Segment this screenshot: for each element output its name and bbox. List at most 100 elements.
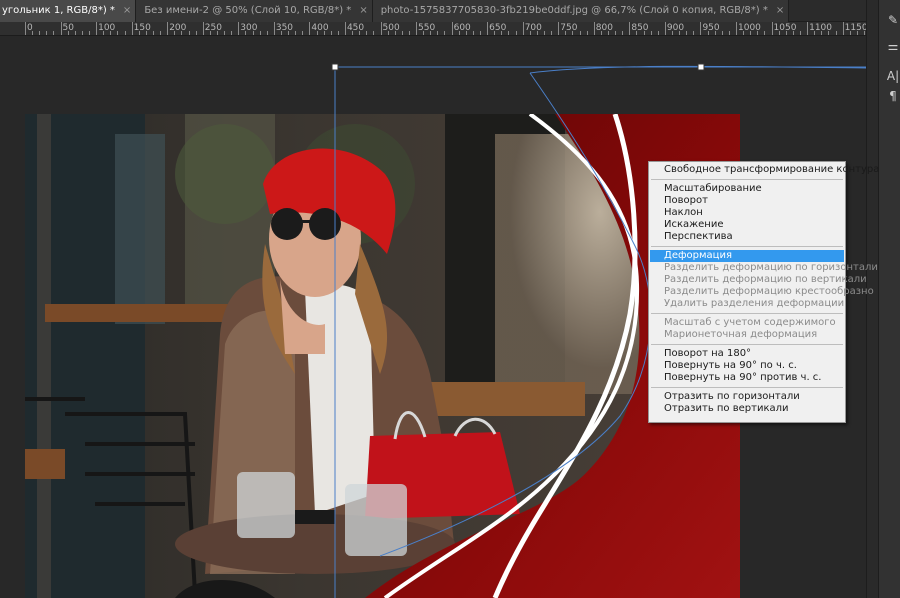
ruler-tick: [451, 22, 453, 35]
ruler-minor-tick: [231, 31, 233, 35]
menu-item[interactable]: Отразить по вертикали: [649, 403, 845, 415]
ruler-minor-tick: [259, 31, 261, 35]
ruler-tick: [700, 22, 702, 35]
document-tab-label: угольник 1, RGB/8*) *: [2, 5, 115, 16]
ruler-minor-tick: [579, 31, 581, 35]
ruler-minor-tick: [46, 31, 48, 35]
ruler-tick: [487, 22, 489, 35]
menu-item[interactable]: Поворот на 180°: [649, 348, 845, 360]
menu-item[interactable]: Свободное трансформирование контура: [649, 164, 879, 176]
ruler-tick: [60, 22, 62, 35]
paragraph-icon[interactable]: ¶: [885, 88, 900, 104]
transform-handle-top-left: [331, 63, 339, 71]
adjustments-icon[interactable]: ⚌: [885, 38, 900, 54]
ruler-minor-tick: [799, 31, 801, 35]
ruler-tick: [131, 22, 133, 35]
ruler-minor-tick: [693, 31, 695, 35]
ruler-label: 250: [204, 23, 222, 33]
context-menu: Свободное трансформирование контура Масшт…: [648, 161, 879, 423]
ruler-label: 350: [275, 23, 294, 33]
ruler-minor-tick: [622, 31, 624, 35]
ruler-minor-tick: [508, 31, 510, 35]
menu-item: Разделить деформацию крестообразно: [664, 286, 874, 297]
menu-separator: [651, 344, 843, 345]
ruler-tick: [380, 22, 382, 35]
ruler-label: 400: [311, 23, 329, 33]
ruler-label: 1100: [809, 23, 832, 33]
ruler-minor-tick: [266, 31, 268, 35]
document-tab[interactable]: угольник 1, RGB/8*) * ×: [0, 0, 137, 22]
ruler-label: 750: [560, 23, 578, 33]
menu-item: Масштаб с учетом содержимого: [664, 317, 836, 328]
ruler-tick: [558, 22, 560, 35]
ruler-minor-tick: [74, 31, 76, 35]
document-tab-label: Без имени-2 @ 50% (Слой 10, RGB/8*) *: [144, 5, 352, 16]
menu-item[interactable]: Поворот: [649, 195, 845, 207]
ruler-minor-tick: [330, 31, 332, 35]
ruler-label: 100: [98, 23, 116, 33]
menu-separator: [651, 179, 843, 180]
menu-item[interactable]: Масштабирование: [649, 183, 845, 195]
ruler-label: 450: [346, 23, 365, 33]
ruler-minor-tick: [686, 31, 688, 35]
document-tab-label: photo-1575837705830-3fb219be0ddf.jpg @ 6…: [380, 5, 768, 16]
ruler-tick: [167, 22, 169, 35]
ruler-minor-tick: [650, 31, 652, 35]
menu-item: Разделить деформацию по горизонтали: [664, 262, 878, 273]
ruler-label: 550: [418, 23, 436, 33]
menu-item[interactable]: Повернуть на 90° против ч. с.: [649, 372, 845, 384]
menu-item: Удалить разделения деформации: [664, 298, 845, 309]
ruler-minor-tick: [444, 31, 446, 35]
ruler-label: 50: [62, 23, 74, 33]
ruler-minor-tick: [401, 31, 403, 35]
ruler-tick: [771, 22, 773, 35]
ruler-label: 850: [631, 23, 649, 33]
ruler-minor-tick: [408, 31, 410, 35]
ruler-tick: [664, 22, 666, 35]
menu-item[interactable]: Наклон: [649, 207, 845, 219]
tab-close-icon[interactable]: ×: [123, 0, 131, 22]
document-tab[interactable]: photo-1575837705830-3fb219be0ddf.jpg @ 6…: [372, 0, 790, 22]
horizontal-ruler[interactable]: 0 50 100 150 200 250 300 350 400 450 500 550 600 650 7…: [0, 22, 866, 36]
document-tabbar: угольник 1, RGB/8*) * × Без имени-2 @ 50% …: [0, 0, 878, 22]
ruler-minor-tick: [728, 31, 730, 35]
ruler-minor-tick: [472, 31, 474, 35]
ruler-tick: [736, 22, 737, 35]
menu-item[interactable]: Деформация: [650, 250, 844, 262]
menu-item[interactable]: Отразить по горизонтали: [649, 391, 845, 403]
ruler-tick: [593, 22, 595, 35]
menu-item: Марионеточная деформация: [664, 329, 818, 340]
menu-item: Разделить деформацию по вертикали: [664, 274, 867, 285]
tab-close-icon[interactable]: ×: [359, 0, 367, 22]
ruler-minor-tick: [188, 31, 190, 35]
ruler-tick: [416, 22, 418, 35]
character-icon[interactable]: A|: [885, 68, 900, 84]
ruler-label: 650: [489, 23, 507, 33]
tab-close-icon[interactable]: ×: [776, 0, 784, 22]
brush-settings-icon[interactable]: ✎: [885, 12, 900, 28]
ruler-minor-tick: [515, 31, 517, 35]
menu-item[interactable]: Искажение: [649, 219, 845, 231]
ruler-minor-tick: [373, 31, 375, 35]
ruler-label: 300: [240, 23, 258, 33]
ruler-minor-tick: [551, 31, 553, 35]
ruler-label: 200: [169, 23, 187, 33]
ruler-minor-tick: [764, 31, 766, 35]
ruler-minor-tick: [295, 31, 297, 35]
ruler-tick: [238, 22, 240, 35]
menu-item[interactable]: Повернуть на 90° по ч. с.: [649, 360, 845, 372]
ruler-tick: [842, 22, 844, 35]
ruler-minor-tick: [39, 31, 41, 35]
ruler-minor-tick: [224, 31, 226, 35]
ruler-minor-tick: [152, 31, 154, 35]
ruler-minor-tick: [721, 31, 723, 35]
document-tab[interactable]: Без имени-2 @ 50% (Слой 10, RGB/8*) * ×: [136, 0, 373, 22]
ruler-tick: [309, 22, 311, 35]
ruler-label: 0: [27, 23, 33, 33]
menu-item[interactable]: Перспектива: [649, 231, 845, 243]
ruler-minor-tick: [195, 31, 197, 35]
vertical-scrollbar[interactable]: [867, 0, 879, 598]
ruler-label: 600: [453, 23, 471, 33]
ruler-tick: [202, 22, 204, 35]
ruler-tick: [522, 22, 524, 35]
